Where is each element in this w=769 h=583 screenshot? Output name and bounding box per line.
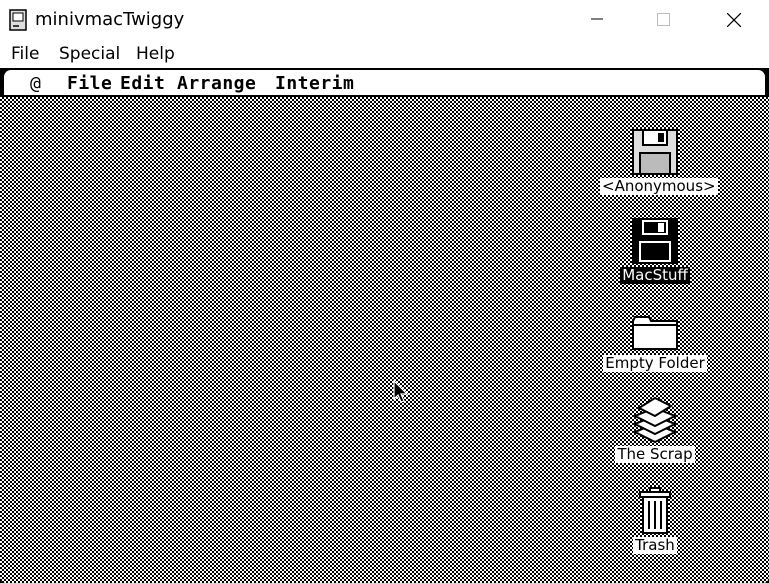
desktop-icon-anonymous[interactable]: <Anonymous> xyxy=(600,128,718,195)
emulator-screen[interactable]: @ File Edit Arrange Interim <Anonymous> xyxy=(0,68,769,583)
desktop-icon-empty-folder[interactable]: Empty Folder xyxy=(600,313,710,372)
title-bar: minivmacTwiggy xyxy=(0,0,769,40)
maximize-button[interactable] xyxy=(640,0,686,40)
window-menu-bar: File Special Help xyxy=(0,40,769,68)
maximize-icon xyxy=(657,13,670,26)
mac-menu-bar: @ File Edit Arrange Interim xyxy=(4,70,765,97)
floppy-disk-icon xyxy=(632,129,678,175)
floppy-disk-icon xyxy=(632,218,678,264)
desktop-icon-trash[interactable]: Trash xyxy=(600,487,710,554)
folder-icon xyxy=(632,316,678,350)
close-button[interactable] xyxy=(710,0,756,40)
desktop-icon-label: Trash xyxy=(633,536,677,554)
win-menu-special[interactable]: Special xyxy=(59,44,120,64)
mac-computer-icon[interactable] xyxy=(9,9,27,31)
trash-icon xyxy=(639,487,671,534)
mac-menu-file[interactable]: File xyxy=(67,73,112,94)
desktop-icon-label: The Scrap xyxy=(615,445,695,463)
desktop[interactable]: <Anonymous> MacStuff Empty Folder The Sc… xyxy=(0,97,769,583)
minimize-icon xyxy=(591,18,603,20)
desktop-icon-the-scrap[interactable]: The Scrap xyxy=(600,396,710,463)
desktop-icon-label: MacStuff xyxy=(620,266,690,284)
minimize-button[interactable] xyxy=(574,0,620,40)
close-icon xyxy=(727,13,741,27)
win-menu-file[interactable]: File xyxy=(11,44,39,64)
desktop-icon-macstuff[interactable]: MacStuff xyxy=(600,217,710,284)
window-title: minivmacTwiggy xyxy=(35,9,185,30)
mac-menu-interim[interactable]: Interim xyxy=(275,73,354,94)
scrapbook-icon xyxy=(632,396,678,444)
desktop-icon-label: <Anonymous> xyxy=(600,177,718,195)
mouse-pointer-icon xyxy=(393,380,409,403)
desktop-icon-label: Empty Folder xyxy=(603,354,707,372)
apple-menu[interactable]: @ xyxy=(30,73,41,94)
mac-menu-arrange[interactable]: Arrange xyxy=(177,73,256,94)
win-menu-help[interactable]: Help xyxy=(136,44,175,64)
mac-menu-edit[interactable]: Edit xyxy=(120,73,165,94)
